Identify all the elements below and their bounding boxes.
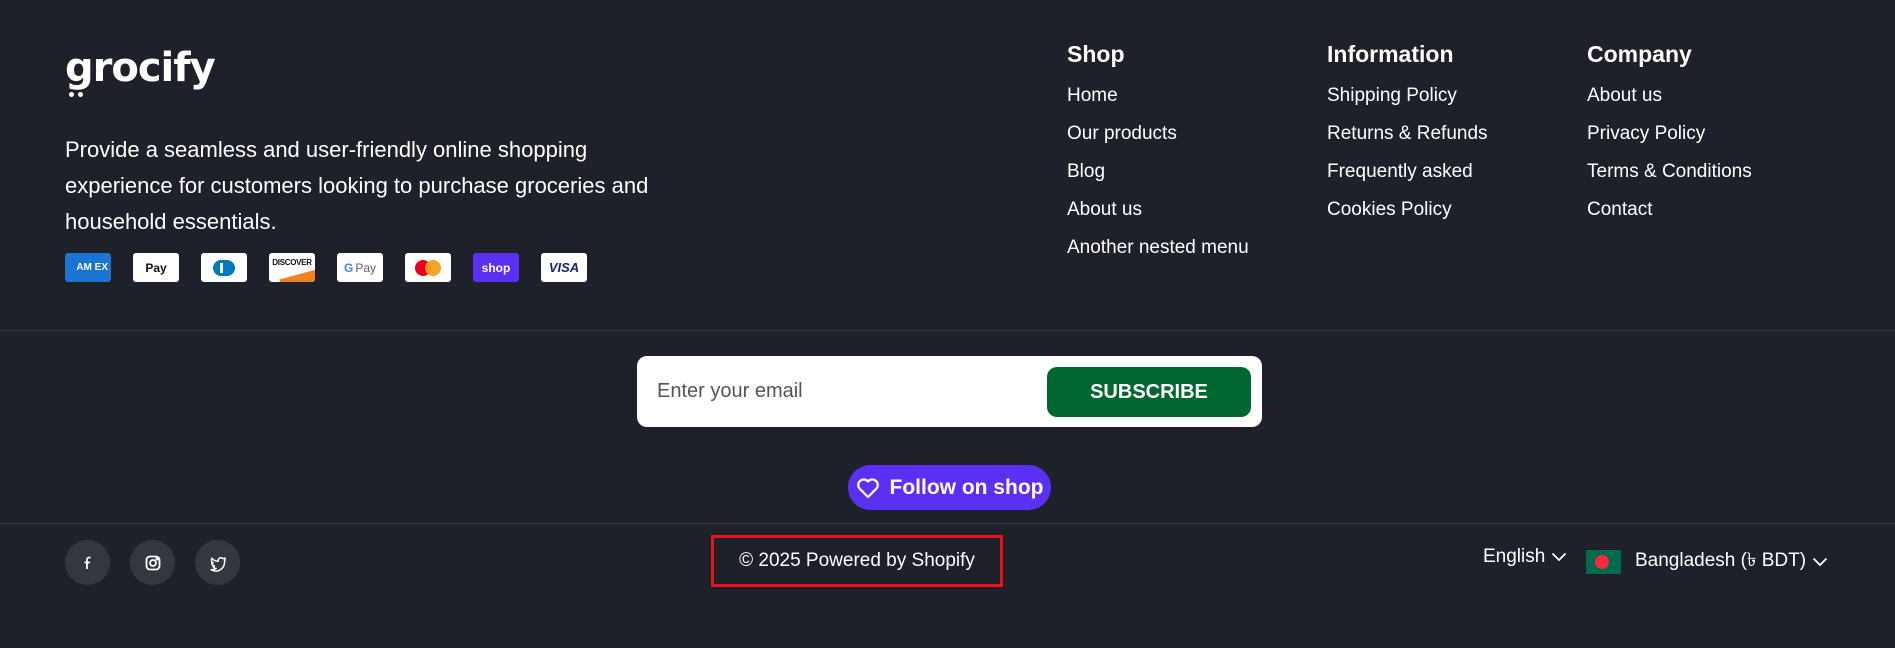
menu-company: Company About us Privacy Policy Terms & … [1587,40,1752,236]
newsletter-form: SUBSCRIBE [637,356,1262,427]
heart-icon [856,477,879,498]
twitter-icon [209,556,226,572]
google-pay-icon: G Pay [337,253,383,282]
menu-link-blog[interactable]: Blog [1067,160,1249,184]
menu-information: Information Shipping Policy Returns & Re… [1327,40,1488,236]
twitter-link[interactable] [195,540,240,585]
menu-link-contact[interactable]: Contact [1587,198,1752,222]
subscribe-button[interactable]: SUBSCRIBE [1047,367,1251,417]
country-label: Bangladesh (৳ BDT) [1635,550,1807,571]
instagram-link[interactable] [130,540,175,585]
apple-pay-icon: Pay [133,253,179,282]
menu-link-our-products[interactable]: Our products [1067,122,1249,146]
menu-link-shipping-policy[interactable]: Shipping Policy [1327,84,1488,108]
payment-methods: AM EX Pay DISCOVER G Pay shop VISA [65,253,587,282]
chevron-down-icon [1812,557,1828,567]
menu-link-home[interactable]: Home [1067,84,1249,108]
facebook-icon [84,556,90,569]
menu-title: Information [1327,41,1454,67]
menu-link-another-nested-menu[interactable]: Another nested menu [1067,236,1249,260]
menu-shop: Shop Home Our products Blog About us Ano… [1067,40,1249,274]
shop-pay-icon: shop [473,253,519,282]
cart-wheels-icon [69,92,83,97]
instagram-icon [145,555,160,570]
mastercard-icon [405,253,451,282]
footer-top: grocify Provide a seamless and user-frie… [0,0,1895,331]
country-currency-selector[interactable]: Bangladesh (৳ BDT) [1586,546,1828,578]
divider [0,330,1895,331]
menu-link-about-us[interactable]: About us [1587,84,1752,108]
discover-icon: DISCOVER [269,253,315,282]
menu-link-frequently-asked[interactable]: Frequently asked [1327,160,1488,184]
menu-link-returns-refunds[interactable]: Returns & Refunds [1327,122,1488,146]
menu-link-terms-conditions[interactable]: Terms & Conditions [1587,160,1752,184]
menu-link-about-us[interactable]: About us [1067,198,1249,222]
logo-text: grocify [65,45,216,91]
divider [0,523,1895,524]
menu-link-privacy-policy[interactable]: Privacy Policy [1587,122,1752,146]
amex-icon: AM EX [65,253,111,282]
menu-title: Shop [1067,41,1125,67]
follow-on-shop-button[interactable]: Follow on shop [848,465,1051,510]
language-selector[interactable]: English [1483,546,1567,568]
facebook-link[interactable] [65,540,110,585]
language-label: English [1483,546,1546,567]
email-input[interactable] [657,356,1037,427]
menu-title: Company [1587,41,1692,67]
visa-icon: VISA [541,253,587,282]
copyright-text: © 2025 Powered by Shopify [711,535,1003,587]
follow-label: Follow on shop [889,475,1044,499]
brand-logo[interactable]: grocify [65,45,216,97]
menu-link-cookies-policy[interactable]: Cookies Policy [1327,198,1488,222]
chevron-down-icon [1552,552,1567,562]
brand-description: Provide a seamless and user-friendly onl… [65,137,649,234]
bangladesh-flag-icon [1586,550,1621,574]
social-links [65,540,240,585]
diners-club-icon [201,253,247,282]
